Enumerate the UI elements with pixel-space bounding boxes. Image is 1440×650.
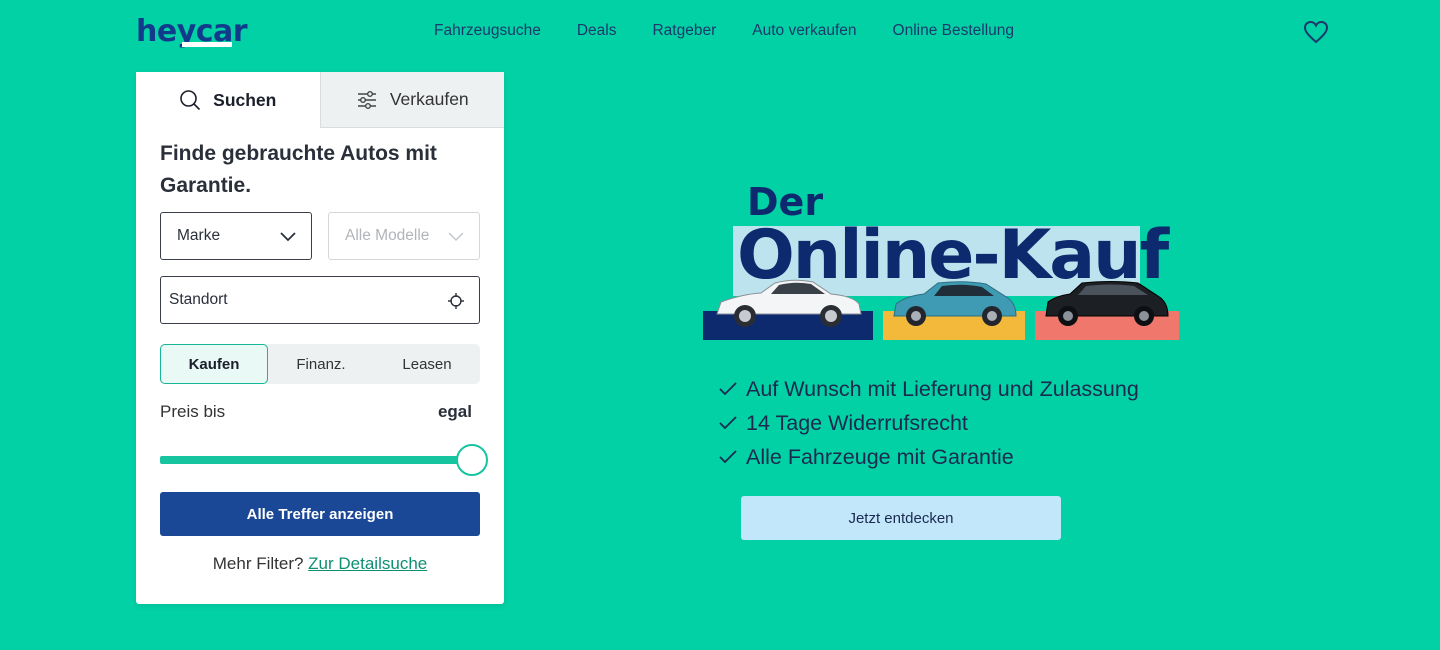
tab-suchen-label: Suchen xyxy=(213,89,277,110)
chevron-down-icon xyxy=(448,232,464,242)
payment-leasen[interactable]: Leasen xyxy=(374,344,480,384)
search-title: Finde gebrauchte Autos mit Garantie. xyxy=(160,142,437,197)
heart-icon[interactable] xyxy=(1303,20,1329,44)
price-value: egal xyxy=(437,402,472,421)
benefit-item: Auf Wunsch mit Lieferung und Zulassung xyxy=(718,372,1139,406)
price-label: Preis bis xyxy=(160,402,226,421)
search-icon xyxy=(180,90,201,111)
black-hatchback-image xyxy=(1045,281,1169,326)
tab-suchen[interactable]: Suchen xyxy=(136,72,320,128)
nav-deals[interactable]: Deals xyxy=(577,22,617,40)
detail-search-link[interactable]: Zur Detailsuche xyxy=(308,554,427,573)
more-filters-text: Mehr Filter? xyxy=(212,554,304,573)
payment-type-toggle: Kaufen Finanz. Leasen xyxy=(160,344,480,384)
nav-online-bestellung[interactable]: Online Bestellung xyxy=(893,22,1015,40)
sliders-icon xyxy=(357,90,376,109)
price-slider-track[interactable] xyxy=(160,456,472,464)
model-select-value: Alle Modelle xyxy=(345,227,430,244)
discover-button[interactable]: Jetzt entdecken xyxy=(741,496,1061,540)
benefit-item: 14 Tage Widerrufsrecht xyxy=(718,406,1139,440)
benefits-list: Auf Wunsch mit Lieferung und Zulassung 1… xyxy=(718,372,1139,474)
check-icon xyxy=(719,416,737,430)
more-filters: Mehr Filter? Zur Detailsuche xyxy=(136,554,504,574)
nav-ratgeber[interactable]: Ratgeber xyxy=(652,22,716,40)
payment-kaufen[interactable]: Kaufen xyxy=(160,344,268,384)
search-tabs: Suchen Verkaufen xyxy=(136,72,504,128)
nav-fahrzeugsuche[interactable]: Fahrzeugsuche xyxy=(434,22,541,40)
check-icon xyxy=(719,450,737,464)
tab-verkaufen[interactable]: Verkaufen xyxy=(319,72,504,128)
logo-underline xyxy=(182,42,232,47)
price-slider-thumb[interactable] xyxy=(456,444,488,476)
make-select-value: Marke xyxy=(177,227,221,244)
nav-auto-verkaufen[interactable]: Auto verkaufen xyxy=(752,22,856,40)
location-field-value: Standort xyxy=(169,291,228,308)
tab-verkaufen-label: Verkaufen xyxy=(389,89,469,109)
check-icon xyxy=(719,382,737,396)
model-select[interactable]: Alle Modelle xyxy=(328,212,480,260)
main-nav: Fahrzeugsuche Deals Ratgeber Auto verkau… xyxy=(434,22,1014,40)
benefit-text: Alle Fahrzeuge mit Garantie xyxy=(746,444,1014,469)
payment-finanz[interactable]: Finanz. xyxy=(268,344,374,384)
teal-hatchback-image xyxy=(893,281,1017,326)
show-results-button[interactable]: Alle Treffer anzeigen xyxy=(160,492,480,536)
benefit-text: Auf Wunsch mit Lieferung und Zulassung xyxy=(746,376,1139,401)
make-select[interactable]: Marke xyxy=(160,212,312,260)
benefit-item: Alle Fahrzeuge mit Garantie xyxy=(718,440,1139,474)
benefit-text: 14 Tage Widerrufsrecht xyxy=(746,410,968,435)
locate-icon[interactable] xyxy=(447,292,465,310)
white-sedan-image xyxy=(716,279,862,327)
location-field[interactable]: Standort xyxy=(160,276,480,324)
chevron-down-icon xyxy=(280,232,296,242)
search-card: Suchen Verkaufen Finde gebrauchte Autos … xyxy=(136,72,504,604)
